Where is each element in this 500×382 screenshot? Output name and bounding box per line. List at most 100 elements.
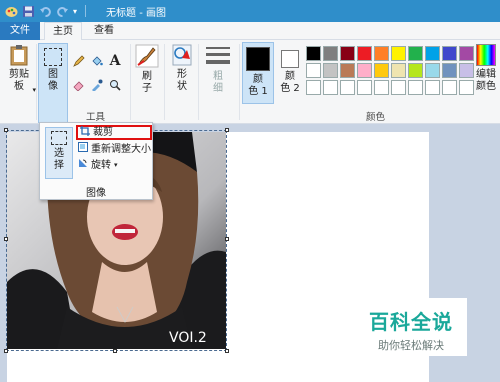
- shapes-label-line1: 形: [177, 69, 187, 80]
- save-icon[interactable]: [22, 5, 35, 18]
- color-swatch[interactable]: [408, 63, 423, 78]
- paint-app-icon[interactable]: [5, 5, 18, 18]
- quick-access-toolbar: ▾: [0, 5, 87, 18]
- resize-menu-item[interactable]: 重新调整大小: [76, 142, 152, 157]
- rotate-icon: [78, 158, 88, 173]
- image-label-line2: 像: [48, 81, 58, 92]
- resize-handle[interactable]: [4, 237, 8, 241]
- color-swatch[interactable]: [459, 63, 474, 78]
- size-button[interactable]: 粗 细: [203, 44, 233, 95]
- resize-handle[interactable]: [225, 349, 229, 353]
- color-swatch[interactable]: [425, 46, 440, 61]
- select-button[interactable]: 选 择: [45, 127, 73, 179]
- tab-file[interactable]: 文件: [0, 22, 40, 40]
- color1-swatch: [246, 47, 270, 71]
- watermark: 百科全说 助你轻松解决: [355, 298, 467, 356]
- crop-icon: [80, 126, 90, 139]
- color-swatch[interactable]: [425, 63, 440, 78]
- image-label-line1: 图: [48, 69, 58, 80]
- color-picker-icon[interactable]: [90, 78, 104, 92]
- clipboard-label-line2: 板: [14, 81, 24, 92]
- group-divider: [198, 44, 199, 120]
- resize-handle[interactable]: [113, 349, 117, 353]
- shapes-label-line2: 状: [177, 81, 187, 92]
- color-swatch[interactable]: [340, 46, 355, 61]
- chevron-down-icon: ▾: [114, 161, 118, 169]
- select-label-line1: 选: [54, 148, 64, 159]
- color-swatch[interactable]: [340, 80, 355, 95]
- color-swatch[interactable]: [323, 46, 338, 61]
- color-swatch[interactable]: [442, 80, 457, 95]
- size-label-line1: 粗: [213, 71, 223, 82]
- shapes-icon: [172, 44, 192, 66]
- color2-button[interactable]: 颜 色 2: [277, 44, 303, 95]
- color-swatch[interactable]: [374, 80, 389, 95]
- title-bar: ▾ 无标题 - 画图: [0, 0, 500, 22]
- clipboard-button[interactable]: 剪贴 板 ▾: [4, 44, 36, 94]
- group-divider: [36, 44, 37, 120]
- color-swatch[interactable]: [391, 46, 406, 61]
- color-swatch[interactable]: [357, 80, 372, 95]
- colors-group-label: 颜色: [366, 112, 386, 123]
- color-swatch[interactable]: [459, 80, 474, 95]
- resize-handle[interactable]: [225, 237, 229, 241]
- resize-icon: [78, 142, 88, 157]
- crop-menu-item[interactable]: 裁剪: [76, 125, 152, 140]
- image-group-label: 图像: [86, 188, 106, 199]
- toolbar-divider: [85, 5, 87, 17]
- resize-handle[interactable]: [225, 128, 229, 132]
- image-button[interactable]: 图 像: [38, 43, 68, 123]
- tab-view[interactable]: 查看: [86, 22, 122, 40]
- select-label-line2: 择: [54, 160, 64, 171]
- clipboard-icon: [9, 44, 29, 66]
- color-swatch[interactable]: [408, 46, 423, 61]
- color-swatch[interactable]: [425, 80, 440, 95]
- color-swatch[interactable]: [442, 63, 457, 78]
- color-swatch[interactable]: [357, 63, 372, 78]
- redo-icon[interactable]: [56, 5, 69, 18]
- pencil-icon[interactable]: [72, 54, 86, 68]
- color1-label-line1: 颜: [253, 74, 263, 85]
- crop-label: 裁剪: [93, 127, 113, 138]
- image-dropdown-menu: 选 择 裁剪 重新调整大小 旋转 ▾ 图像: [39, 122, 153, 200]
- color-swatch[interactable]: [374, 63, 389, 78]
- rainbow-palette-icon: [476, 44, 496, 66]
- color-swatch[interactable]: [306, 80, 321, 95]
- resize-handle[interactable]: [4, 349, 8, 353]
- resize-handle[interactable]: [4, 128, 8, 132]
- color2-swatch: [281, 50, 299, 68]
- brushes-button[interactable]: 刷 子: [133, 44, 161, 95]
- group-divider: [130, 44, 131, 120]
- eraser-icon[interactable]: [72, 78, 86, 92]
- color2-label-line2: 色 2: [280, 83, 300, 94]
- select-rectangle-icon: [51, 131, 67, 145]
- color-swatch[interactable]: [357, 46, 372, 61]
- color-swatch[interactable]: [323, 63, 338, 78]
- color-swatch[interactable]: [340, 63, 355, 78]
- shapes-button[interactable]: 形 状: [169, 44, 195, 93]
- undo-icon[interactable]: [39, 5, 52, 18]
- text-tool-icon[interactable]: A: [108, 53, 122, 69]
- color-swatch[interactable]: [323, 80, 338, 95]
- group-divider: [164, 44, 165, 120]
- color-swatch[interactable]: [442, 46, 457, 61]
- color-swatch[interactable]: [391, 63, 406, 78]
- window-title: 无标题 - 画图: [106, 7, 166, 19]
- color-swatch[interactable]: [306, 63, 321, 78]
- color-swatch[interactable]: [408, 80, 423, 95]
- group-divider: [239, 44, 240, 120]
- color2-label-line1: 颜: [285, 71, 295, 82]
- brush-label-line1: 刷: [142, 71, 152, 82]
- magnifier-icon[interactable]: [108, 78, 122, 92]
- color-swatch[interactable]: [306, 46, 321, 61]
- edit-colors-button[interactable]: 编辑 颜色: [474, 44, 498, 93]
- color-swatch[interactable]: [391, 80, 406, 95]
- color1-button[interactable]: 颜 色 1: [242, 42, 274, 104]
- customize-toolbar-dropdown-icon[interactable]: ▾: [73, 7, 77, 16]
- fill-bucket-icon[interactable]: [90, 54, 104, 68]
- color-swatch[interactable]: [459, 46, 474, 61]
- color-swatch[interactable]: [374, 46, 389, 61]
- tab-home[interactable]: 主页: [44, 22, 82, 41]
- rotate-menu-item[interactable]: 旋转 ▾: [76, 158, 152, 173]
- brush-icon: [135, 44, 159, 68]
